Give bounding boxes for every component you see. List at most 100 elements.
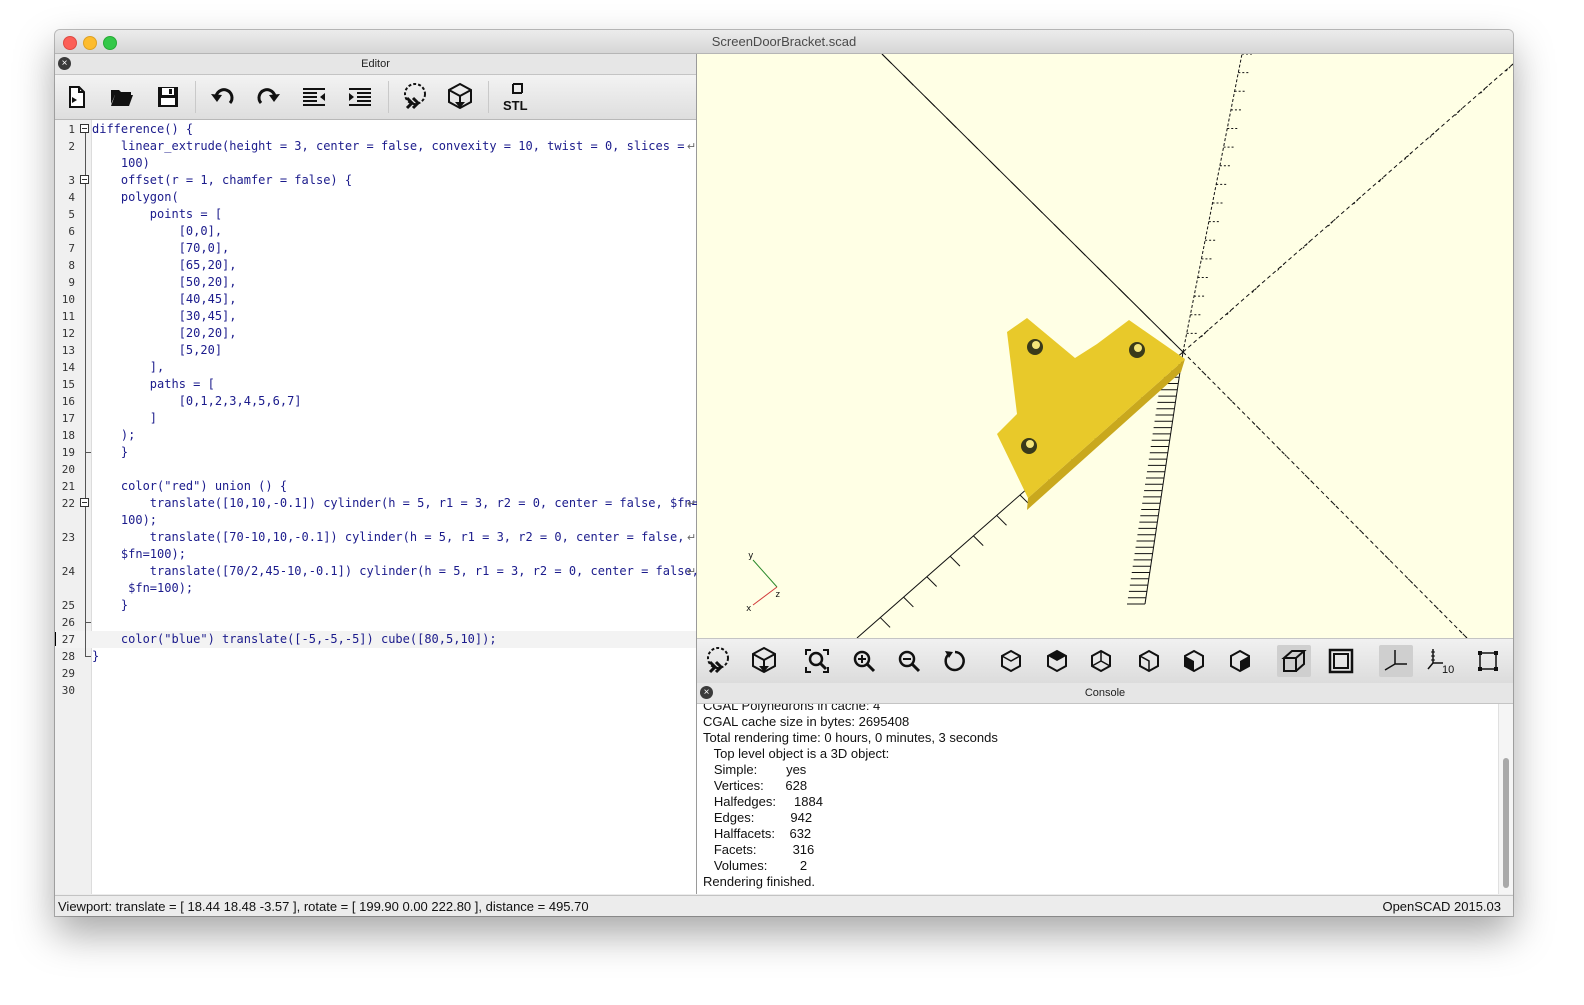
code-line[interactable]: 21 color("red") union () { bbox=[55, 478, 696, 495]
code-line[interactable]: 22 translate([10,10,-0.1]) cylinder(h = … bbox=[55, 495, 699, 512]
view-preview-button[interactable] bbox=[701, 645, 735, 677]
line-number: 11 bbox=[61, 310, 75, 323]
view-top-button[interactable] bbox=[1040, 645, 1074, 677]
code-line[interactable]: 5 points = [ bbox=[55, 206, 696, 223]
code-line[interactable]: 1 difference() { bbox=[55, 121, 696, 138]
fold-end bbox=[85, 656, 91, 657]
code-line[interactable]: 28} bbox=[55, 648, 696, 665]
save-button[interactable] bbox=[152, 81, 184, 113]
redo-button[interactable] bbox=[252, 81, 284, 113]
show-axes-button[interactable] bbox=[1379, 645, 1413, 677]
fold-guide bbox=[85, 184, 86, 452]
code-line[interactable]: 17 ] bbox=[55, 410, 696, 427]
console-line: Simple: yes bbox=[703, 762, 807, 777]
code-line[interactable]: 6 [0,0], bbox=[55, 223, 696, 240]
code-line[interactable]: $fn=100); bbox=[55, 546, 696, 563]
fold-toggle-icon[interactable] bbox=[80, 175, 89, 184]
3d-viewport[interactable]: y x z bbox=[697, 54, 1513, 638]
open-file-button[interactable] bbox=[106, 81, 138, 113]
axis-tick bbox=[1504, 63, 1513, 73]
code-line[interactable]: 7 [70,0], bbox=[55, 240, 696, 257]
code-text: [65,20], bbox=[92, 258, 237, 272]
code-line[interactable]: 19 } bbox=[55, 444, 696, 461]
view-render-button[interactable] bbox=[747, 645, 781, 677]
show-scale-button[interactable]: 10 bbox=[1425, 645, 1459, 677]
new-file-button[interactable] bbox=[61, 81, 93, 113]
view-right-button[interactable] bbox=[994, 645, 1028, 677]
view-front-button[interactable] bbox=[1177, 645, 1211, 677]
orthogonal-button[interactable] bbox=[1324, 645, 1358, 677]
code-line[interactable]: 11 [30,45], bbox=[55, 308, 696, 325]
code-text: ] bbox=[92, 411, 158, 425]
axis-tick bbox=[1275, 263, 1285, 273]
scale-icon: 10 bbox=[1427, 649, 1454, 675]
code-line[interactable]: 27 color("blue") translate([-5,-5,-5]) c… bbox=[55, 631, 696, 648]
code-line[interactable]: 2 linear_extrude(height = 3, center = fa… bbox=[55, 138, 696, 155]
code-line[interactable]: 18 ); bbox=[55, 427, 696, 444]
editor-close-icon[interactable]: × bbox=[58, 57, 71, 70]
console-output[interactable]: CGAL Polyhedrons in cache: 4 CGAL cache s… bbox=[697, 704, 1497, 894]
code-line[interactable]: 12 [20,20], bbox=[55, 325, 696, 342]
viewport-canvas[interactable]: y x z bbox=[697, 54, 1513, 638]
code-line[interactable]: 14 ], bbox=[55, 359, 696, 376]
view-bottom-button[interactable] bbox=[1084, 645, 1118, 677]
cube-bottom-icon bbox=[1091, 649, 1111, 673]
indent-button[interactable] bbox=[344, 81, 376, 113]
code-line[interactable]: $fn=100); bbox=[55, 580, 696, 597]
code-editor[interactable]: 1 difference() {2 linear_extrude(height =… bbox=[55, 120, 699, 894]
axis-tick bbox=[1139, 309, 1151, 320]
console-scrollbar-thumb[interactable] bbox=[1503, 758, 1509, 888]
code-line[interactable]: 100) bbox=[55, 155, 696, 172]
code-line[interactable]: 9 [50,20], bbox=[55, 274, 696, 291]
line-number: 25 bbox=[61, 599, 75, 612]
code-text: points = [ bbox=[92, 207, 223, 221]
show-edges-button[interactable] bbox=[1471, 645, 1505, 677]
editor-panel-title: Editor bbox=[361, 58, 390, 70]
axis-tick bbox=[973, 535, 984, 547]
code-line[interactable]: 23 translate([70-10,10,-0.1]) cylinder(h… bbox=[55, 529, 696, 546]
code-line[interactable]: 24 translate([70/2,45-10,-0.1]) cylinder… bbox=[55, 563, 699, 580]
code-line[interactable]: 4 polygon( bbox=[55, 189, 696, 206]
code-line[interactable]: 8 [65,20], bbox=[55, 257, 696, 274]
console-line: Halfedges: 1884 bbox=[703, 794, 823, 809]
code-line[interactable]: 30 bbox=[55, 682, 696, 699]
undo-button[interactable] bbox=[207, 81, 239, 113]
code-line[interactable]: 13 [5,20] bbox=[55, 342, 696, 359]
perspective-button[interactable] bbox=[1277, 645, 1311, 677]
console-scrollbar[interactable] bbox=[1498, 704, 1513, 894]
code-line[interactable]: 10 [40,45], bbox=[55, 291, 696, 308]
reset-icon bbox=[944, 650, 965, 672]
zoom-out-button[interactable] bbox=[892, 645, 926, 677]
line-number: 6 bbox=[68, 225, 75, 238]
fold-toggle-icon[interactable] bbox=[80, 124, 89, 133]
console-panel: × Console CGAL Polyhedrons in cache: 4 CG… bbox=[697, 683, 1513, 894]
reset-view-button[interactable] bbox=[938, 645, 972, 677]
view-back-button[interactable] bbox=[1223, 645, 1257, 677]
code-line[interactable]: 29 bbox=[55, 665, 696, 682]
bracket-model bbox=[997, 318, 1185, 510]
console-panel-header: × Console bbox=[697, 683, 1513, 704]
console-close-icon[interactable]: × bbox=[700, 686, 713, 699]
code-line[interactable]: 20 bbox=[55, 461, 696, 478]
code-line[interactable]: 25 } bbox=[55, 597, 696, 614]
code-line[interactable]: 3 offset(r = 1, chamfer = false) { bbox=[55, 172, 696, 189]
axis-tick bbox=[903, 74, 914, 86]
axis-tick bbox=[1406, 577, 1416, 587]
axis-tick bbox=[879, 617, 891, 628]
code-text: [40,45], bbox=[92, 292, 237, 306]
export-stl-button[interactable]: STL bbox=[500, 81, 532, 113]
unindent-button[interactable] bbox=[298, 81, 330, 113]
app-window: ScreenDoorBracket.scad × Editor STL 1 di… bbox=[55, 30, 1513, 916]
view-all-button[interactable] bbox=[800, 645, 834, 677]
render-button[interactable] bbox=[444, 81, 476, 113]
fold-toggle-icon[interactable] bbox=[80, 498, 89, 507]
code-line[interactable]: 16 [0,1,2,3,4,5,6,7] bbox=[55, 393, 696, 410]
code-line[interactable]: 26 bbox=[55, 614, 696, 631]
preview-button[interactable] bbox=[399, 81, 431, 113]
code-line[interactable]: 100); bbox=[55, 512, 696, 529]
view-left-button[interactable] bbox=[1132, 645, 1166, 677]
code-line[interactable]: 15 paths = [ bbox=[55, 376, 696, 393]
zoom-in-button[interactable] bbox=[847, 645, 881, 677]
axis-tick bbox=[1478, 85, 1488, 95]
axis-tick bbox=[1453, 107, 1463, 118]
